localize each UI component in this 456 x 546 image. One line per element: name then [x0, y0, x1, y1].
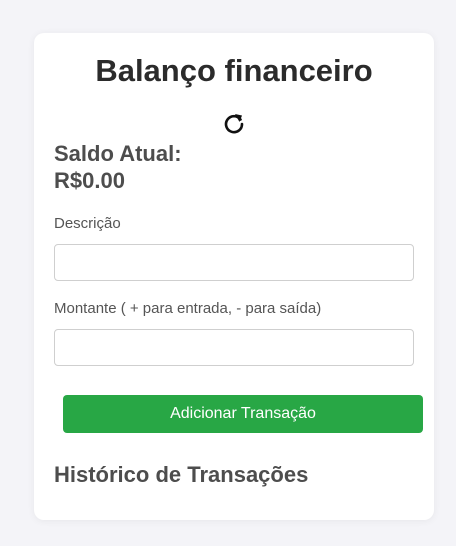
balance-label: Saldo Atual: — [54, 141, 182, 166]
finance-card: Balanço financeiro Saldo Atual: R$0.00 D… — [34, 33, 434, 520]
refresh-icon[interactable] — [221, 111, 247, 137]
amount-input[interactable] — [54, 329, 414, 366]
balance-value: R$0.00 — [54, 168, 125, 193]
history-title: Histórico de Transações — [54, 462, 309, 487]
amount-label: Montante ( + para entrada, - para saída) — [54, 300, 322, 317]
add-transaction-button[interactable]: Adicionar Transação — [63, 395, 423, 433]
description-label: Descrição — [54, 215, 121, 232]
page-title: Balanço financeiro — [95, 53, 373, 88]
description-input[interactable] — [54, 244, 414, 281]
